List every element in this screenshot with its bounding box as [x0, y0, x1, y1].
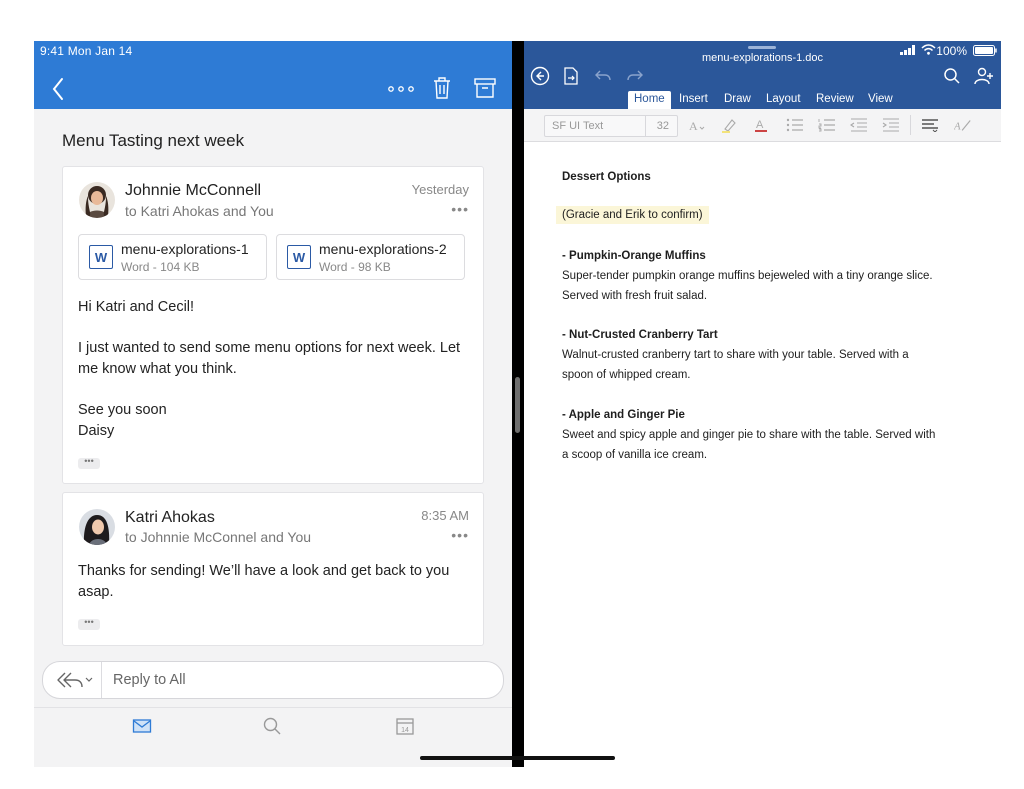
- tab-draw[interactable]: Draw: [718, 91, 757, 109]
- highlighted-note: (Gracie and Erik to confirm): [556, 206, 709, 224]
- word-file-icon: W: [89, 245, 113, 269]
- more-icon[interactable]: [387, 79, 415, 99]
- body-paragraph: I just wanted to send some menu options …: [78, 340, 461, 377]
- ipad-screen: 9:41 Mon Jan 14 Menu Tasting next week J…: [34, 41, 1001, 767]
- font-size[interactable]: 32: [657, 120, 669, 132]
- message-more-icon[interactable]: •••: [451, 201, 469, 217]
- increase-indent-icon[interactable]: [882, 117, 900, 133]
- styles-pen-icon[interactable]: A: [954, 117, 972, 133]
- tab-view[interactable]: View: [862, 91, 899, 109]
- highlighter-icon[interactable]: [720, 117, 738, 133]
- svg-text:14: 14: [401, 727, 409, 734]
- body-signature: Daisy: [78, 423, 115, 439]
- item-line: Walnut-crusted cranberry tart to share w…: [562, 349, 909, 361]
- message-card-2[interactable]: Katri Ahokas to Johnnie McConnel and You…: [62, 492, 484, 646]
- item-line: Sweet and spicy apple and ginger pie to …: [562, 429, 936, 441]
- message-card-1[interactable]: Johnnie McConnell to Katri Ahokas and Yo…: [62, 166, 484, 484]
- attachment-meta: Word - 98 KB: [319, 260, 391, 274]
- search-icon[interactable]: [942, 66, 962, 86]
- share-person-icon[interactable]: [973, 66, 995, 86]
- item-line: a scoop of vanilla ice cream.: [562, 449, 708, 461]
- word-header: menu-explorations-1.doc 100% Home Insert…: [524, 41, 1001, 109]
- quoted-text-toggle[interactable]: •••: [78, 618, 100, 630]
- message-more-icon[interactable]: •••: [451, 527, 469, 543]
- avatar-johnnie: [79, 182, 115, 218]
- wifi-icon: [920, 43, 936, 56]
- attachment-name: menu-explorations-2: [319, 241, 447, 257]
- split-view-grip[interactable]: [515, 377, 520, 433]
- signal-icon: [899, 44, 917, 56]
- redo-icon[interactable]: [626, 67, 644, 85]
- word-back-icon[interactable]: [529, 65, 551, 87]
- recipients: to Katri Ahokas and You: [125, 203, 274, 219]
- attachment-1[interactable]: W menu-explorations-1 Word - 104 KB: [78, 234, 267, 280]
- svg-text:A: A: [954, 121, 961, 133]
- attachment-meta: Word - 104 KB: [121, 260, 200, 274]
- recipients: to Johnnie McConnel and You: [125, 529, 312, 545]
- mail-icon[interactable]: [130, 716, 154, 736]
- tab-review[interactable]: Review: [810, 91, 860, 109]
- font-box-separator: [645, 116, 646, 136]
- message-time: Yesterday: [411, 182, 469, 197]
- undo-icon[interactable]: [594, 67, 612, 85]
- document-note: (Gracie and Erik to confirm): [556, 206, 709, 224]
- back-chevron-icon[interactable]: [48, 77, 68, 101]
- outlook-header: 9:41 Mon Jan 14: [34, 41, 512, 109]
- tab-insert[interactable]: Insert: [673, 91, 714, 109]
- svg-text:A: A: [756, 119, 764, 131]
- word-pane: menu-explorations-1.doc 100% Home Insert…: [524, 41, 1001, 767]
- file-icon[interactable]: [561, 66, 581, 86]
- battery-icon: [972, 44, 998, 56]
- font-color-icon[interactable]: A: [752, 117, 770, 133]
- archive-icon[interactable]: [472, 74, 498, 102]
- avatar-katri: [79, 509, 115, 545]
- reply-input[interactable]: Reply to All: [113, 672, 186, 688]
- calendar-icon[interactable]: 14: [393, 716, 417, 736]
- font-selector[interactable]: SF UI Text 32: [544, 115, 678, 137]
- trash-icon[interactable]: [431, 74, 453, 102]
- toolbar-separator: [910, 115, 911, 135]
- split-view-divider[interactable]: [512, 41, 524, 767]
- body-paragraph: Thanks for sending! We’ll have a look an…: [78, 563, 450, 600]
- attachment-2[interactable]: W menu-explorations-2 Word - 98 KB: [276, 234, 465, 280]
- sender-name: Katri Ahokas: [125, 509, 215, 526]
- paragraph-styles-icon[interactable]: [921, 117, 939, 133]
- item-line: Super-tender pumpkin orange muffins beje…: [562, 270, 933, 282]
- thread-subject: Menu Tasting next week: [62, 131, 245, 150]
- reply-all-icon[interactable]: [55, 670, 95, 690]
- body-greeting: Hi Katri and Cecil!: [78, 299, 195, 315]
- home-toolbar: SF UI Text 32 A A A: [524, 109, 1001, 142]
- multitask-handle[interactable]: [748, 46, 776, 49]
- item-title: - Pumpkin-Orange Muffins: [562, 250, 706, 262]
- tab-home[interactable]: Home: [628, 91, 671, 109]
- sender-name: Johnnie McConnell: [125, 182, 262, 199]
- word-file-icon: W: [287, 245, 311, 269]
- item-line: spoon of whipped cream.: [562, 369, 691, 381]
- svg-text:A: A: [689, 119, 698, 132]
- status-time-date: 9:41 Mon Jan 14: [40, 44, 133, 58]
- reply-bar[interactable]: Reply to All: [42, 661, 504, 699]
- home-indicator[interactable]: [420, 756, 615, 760]
- document-heading: Dessert Options: [562, 171, 651, 183]
- battery-percent: 100%: [936, 44, 967, 58]
- quoted-text-toggle[interactable]: •••: [78, 457, 100, 469]
- font-size-change-icon[interactable]: A: [688, 117, 706, 133]
- decrease-indent-icon[interactable]: [850, 117, 868, 133]
- body-signoff: See you soon: [78, 402, 167, 418]
- bullet-list-icon[interactable]: [786, 117, 804, 133]
- font-name: SF UI Text: [552, 120, 604, 132]
- item-title: - Apple and Ginger Pie: [562, 409, 685, 421]
- tab-layout[interactable]: Layout: [760, 91, 807, 109]
- message-time: 8:35 AM: [421, 508, 469, 523]
- search-icon[interactable]: [260, 716, 284, 736]
- reply-separator: [101, 662, 102, 698]
- item-title: - Nut-Crusted Cranberry Tart: [562, 329, 718, 341]
- outlook-pane: 9:41 Mon Jan 14 Menu Tasting next week J…: [34, 41, 512, 767]
- attachment-name: menu-explorations-1: [121, 241, 249, 257]
- numbered-list-icon[interactable]: [818, 117, 836, 133]
- item-line: Served with fresh fruit salad.: [562, 290, 708, 302]
